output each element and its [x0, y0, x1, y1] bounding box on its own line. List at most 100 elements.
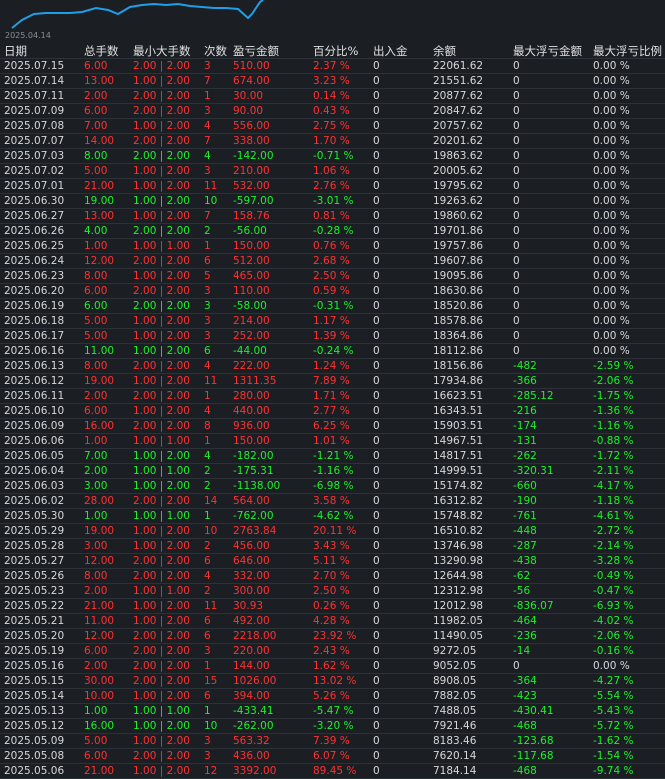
- cell-min-max-lots: 1.00 | 2.00: [133, 345, 190, 357]
- cell-min-max-lots: 2.00 | 2.00: [133, 135, 190, 147]
- cell-max-floating-loss: -216: [513, 405, 537, 417]
- cell-balance: 18630.86: [433, 285, 484, 297]
- cell-balance: 11490.05: [433, 630, 484, 642]
- table-row[interactable]: 2025.06.05 7.00 1.00 | 2.00 4 -182.00 -1.21 %…: [0, 449, 665, 464]
- cell-balance: 7184.14: [433, 765, 477, 777]
- table-row[interactable]: 2025.07.15 6.00 2.00 | 2.00 3 510.00 2.37 % 0 2…: [0, 59, 665, 74]
- cell-profit: 252.00: [233, 330, 270, 342]
- table-row[interactable]: 2025.05.14 10.00 1.00 | 2.00 6 394.00 5.26 % 0…: [0, 689, 665, 704]
- table-row[interactable]: 2025.05.23 2.00 1.00 | 1.00 2 300.00 2.50 % 0 1…: [0, 584, 665, 599]
- table-row[interactable]: 2025.07.08 7.00 1.00 | 2.00 4 556.00 2.75 % 0 2…: [0, 119, 665, 134]
- table-row[interactable]: 2025.07.14 13.00 1.00 | 2.00 7 674.00 3.23 % 0…: [0, 74, 665, 89]
- table-row[interactable]: 2025.06.25 1.00 1.00 | 1.00 1 150.00 0.76 % 0 1…: [0, 239, 665, 254]
- cell-min-max-lots: 1.00 | 2.00: [133, 210, 190, 222]
- cell-count: 3: [204, 750, 211, 762]
- table-row[interactable]: 2025.05.27 12.00 2.00 | 2.00 6 646.00 5.11 % 0…: [0, 554, 665, 569]
- table-row[interactable]: 2025.06.10 6.00 1.00 | 2.00 4 440.00 2.77 % 0 1…: [0, 404, 665, 419]
- table-row[interactable]: 2025.06.18 5.00 1.00 | 2.00 3 214.00 1.17 % 0 1…: [0, 314, 665, 329]
- table-row[interactable]: 2025.06.19 6.00 2.00 | 2.00 3 -58.00 -0.31 % 0…: [0, 299, 665, 314]
- table-row[interactable]: 2025.07.01 21.00 1.00 | 2.00 11 532.00 2.76 %…: [0, 179, 665, 194]
- table-row[interactable]: 2025.07.03 8.00 2.00 | 2.00 4 -142.00 -0.71 %…: [0, 149, 665, 164]
- table-row[interactable]: 2025.06.11 2.00 2.00 | 2.00 1 280.00 1.71 % 0 1…: [0, 389, 665, 404]
- cell-min-max-lots: 2.00 | 2.00: [133, 90, 190, 102]
- table-row[interactable]: 2025.06.27 13.00 1.00 | 2.00 7 158.76 0.81 % 0…: [0, 209, 665, 224]
- cell-percent: -0.28 %: [313, 225, 354, 237]
- cell-deposit: 0: [373, 465, 380, 477]
- table-row[interactable]: 2025.06.12 19.00 1.00 | 2.00 11 1311.35 7.89 …: [0, 374, 665, 389]
- cell-date: 2025.07.14: [4, 75, 65, 87]
- cell-total-lots: 30.00: [84, 675, 115, 687]
- cell-deposit: 0: [373, 705, 380, 717]
- cell-deposit: 0: [373, 675, 380, 687]
- cell-max-floating-loss: -482: [513, 360, 537, 372]
- table-row[interactable]: 2025.06.04 2.00 1.00 | 1.00 2 -175.31 -1.16 %…: [0, 464, 665, 479]
- cell-total-lots: 21.00: [84, 765, 115, 777]
- table-row[interactable]: 2025.05.09 5.00 1.00 | 2.00 3 563.32 7.39 % 0 8…: [0, 734, 665, 749]
- cell-min-max-lots: 2.00 | 2.00: [133, 630, 190, 642]
- cell-profit: 150.00: [233, 240, 270, 252]
- cell-percent: -1.21 %: [313, 450, 354, 462]
- table-row[interactable]: 2025.06.09 16.00 2.00 | 2.00 8 936.00 6.25 % 0…: [0, 419, 665, 434]
- table-row[interactable]: 2025.05.30 1.00 1.00 | 1.00 1 -762.00 -4.62 %…: [0, 509, 665, 524]
- table-row[interactable]: 2025.07.11 2.00 2.00 | 2.00 1 30.00 0.14 % 0 20…: [0, 89, 665, 104]
- table-row[interactable]: 2025.05.08 6.00 2.00 | 2.00 3 436.00 6.07 % 0 7…: [0, 749, 665, 764]
- cell-total-lots: 12.00: [84, 555, 115, 567]
- cell-count: 7: [204, 135, 211, 147]
- table-row[interactable]: 2025.07.09 6.00 2.00 | 2.00 3 90.00 0.43 % 0 20…: [0, 104, 665, 119]
- table-row[interactable]: 2025.07.07 14.00 2.00 | 2.00 7 338.00 1.70 % 0…: [0, 134, 665, 149]
- cell-percent: -3.20 %: [313, 720, 354, 732]
- cell-total-lots: 1.00: [84, 240, 108, 252]
- table-row[interactable]: 2025.05.20 12.00 2.00 | 2.00 6 2218.00 23.92 …: [0, 629, 665, 644]
- cell-balance: 18364.86: [433, 330, 484, 342]
- table-row[interactable]: 2025.05.13 1.00 1.00 | 1.00 1 -433.41 -5.47 %…: [0, 704, 665, 719]
- table-row[interactable]: 2025.06.16 11.00 1.00 | 2.00 6 -44.00 -0.24 %…: [0, 344, 665, 359]
- cell-percent: 89.45 %: [313, 765, 357, 777]
- table-row[interactable]: 2025.05.29 19.00 1.00 | 2.00 10 2763.84 20.11…: [0, 524, 665, 539]
- table-row[interactable]: 2025.06.23 8.00 1.00 | 2.00 5 465.00 2.50 % 0 1…: [0, 269, 665, 284]
- cell-total-lots: 5.00: [84, 330, 108, 342]
- table-row[interactable]: 2025.05.19 6.00 2.00 | 2.00 3 220.00 2.43 % 0 9…: [0, 644, 665, 659]
- cell-total-lots: 5.00: [84, 735, 108, 747]
- cell-max-floating-loss: -364: [513, 675, 537, 687]
- cell-max-floating-ratio: -3.28 %: [593, 555, 634, 567]
- cell-date: 2025.07.07: [4, 135, 65, 147]
- table-row[interactable]: 2025.05.28 3.00 1.00 | 2.00 2 456.00 3.43 % 0 1…: [0, 539, 665, 554]
- cell-count: 5: [204, 270, 211, 282]
- cell-min-max-lots: 2.00 | 2.00: [133, 555, 190, 567]
- table-row[interactable]: 2025.06.20 6.00 2.00 | 2.00 3 110.00 0.59 % 0 1…: [0, 284, 665, 299]
- cell-date: 2025.05.06: [4, 765, 65, 777]
- cell-min-max-lots: 1.00 | 2.00: [133, 525, 190, 537]
- table-row[interactable]: 2025.07.02 5.00 1.00 | 2.00 3 210.00 1.06 % 0 2…: [0, 164, 665, 179]
- table-row[interactable]: 2025.05.06 21.00 1.00 | 2.00 12 3392.00 89.45…: [0, 764, 665, 779]
- table-row[interactable]: 2025.05.26 8.00 2.00 | 2.00 4 332.00 2.70 % 0 1…: [0, 569, 665, 584]
- cell-total-lots: 4.00: [84, 225, 108, 237]
- table-row[interactable]: 2025.06.03 3.00 1.00 | 2.00 2 -1138.00 -6.98 …: [0, 479, 665, 494]
- equity-curve-line: [11, 0, 264, 29]
- table-row[interactable]: 2025.05.16 2.00 2.00 | 2.00 1 144.00 1.62 % 0 9…: [0, 659, 665, 674]
- cell-min-max-lots: 2.00 | 2.00: [133, 390, 190, 402]
- table-row[interactable]: 2025.06.26 4.00 2.00 | 2.00 2 -56.00 -0.28 % 0…: [0, 224, 665, 239]
- cell-max-floating-ratio: -5.54 %: [593, 690, 634, 702]
- table-row[interactable]: 2025.06.06 1.00 1.00 | 1.00 1 150.00 1.01 % 0 1…: [0, 434, 665, 449]
- cell-percent: 2.77 %: [313, 405, 350, 417]
- cell-deposit: 0: [373, 210, 380, 222]
- table-row[interactable]: 2025.06.13 8.00 2.00 | 2.00 4 222.00 1.24 % 0 1…: [0, 359, 665, 374]
- table-row[interactable]: 2025.06.17 5.00 1.00 | 2.00 3 252.00 1.39 % 0 1…: [0, 329, 665, 344]
- table-row[interactable]: 2025.05.21 11.00 1.00 | 2.00 6 492.00 4.28 % 0…: [0, 614, 665, 629]
- cell-date: 2025.06.19: [4, 300, 65, 312]
- cell-profit: -597.00: [233, 195, 274, 207]
- cell-date: 2025.05.28: [4, 540, 65, 552]
- cell-percent: 6.25 %: [313, 420, 350, 432]
- table-row[interactable]: 2025.05.15 30.00 2.00 | 2.00 15 1026.00 13.02…: [0, 674, 665, 689]
- cell-count: 3: [204, 645, 211, 657]
- table-row[interactable]: 2025.06.24 12.00 2.00 | 2.00 6 512.00 2.68 % 0…: [0, 254, 665, 269]
- cell-max-floating-ratio: 0.00 %: [593, 120, 630, 132]
- cell-percent: 5.11 %: [313, 555, 350, 567]
- table-row[interactable]: 2025.06.30 19.00 1.00 | 2.00 10 -597.00 -3.01…: [0, 194, 665, 209]
- cell-balance: 12012.98: [433, 600, 484, 612]
- cell-min-max-lots: 2.00 | 2.00: [133, 285, 190, 297]
- cell-max-floating-loss: -366: [513, 375, 537, 387]
- table-row[interactable]: 2025.05.22 21.00 1.00 | 2.00 11 30.93 0.26 % 0…: [0, 599, 665, 614]
- table-row[interactable]: 2025.06.02 28.00 2.00 | 2.00 14 564.00 3.58 %…: [0, 494, 665, 509]
- cell-total-lots: 6.00: [84, 405, 108, 417]
